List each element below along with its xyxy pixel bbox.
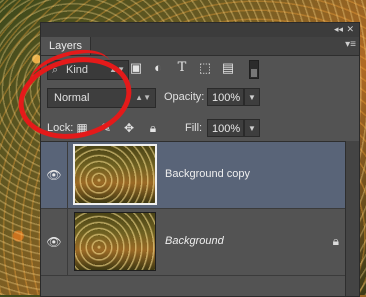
collapse-icon[interactable]: ◂◂ <box>334 24 343 35</box>
search-icon: ⌕ <box>52 64 59 76</box>
lock-position-icon[interactable]: ✥ <box>121 119 137 137</box>
chevron-down-icon[interactable]: ▼ <box>244 119 260 137</box>
lock-row: Lock: ▦ ✎ ✥ 🔒︎ Fill: 100% ▼ <box>41 117 359 141</box>
layer-name[interactable]: Background <box>165 235 224 247</box>
chevron-updown-icon: ▲▼ <box>109 65 125 74</box>
panel-titlebar: ◂◂ ✕ <box>41 23 359 37</box>
smart-object-filter-icon[interactable]: ▤ <box>219 59 237 77</box>
tab-layers[interactable]: Layers <box>41 37 92 55</box>
shape-filter-icon[interactable]: ⬚ <box>196 59 214 77</box>
layer-row[interactable]: 👁︎ Background 🔒︎ <box>41 209 359 276</box>
filter-kind-select[interactable]: ⌕ Kind ▲▼ <box>47 60 129 80</box>
filter-toggle-switch[interactable] <box>249 60 259 79</box>
panel-menu-icon[interactable]: ▾≡ <box>345 39 356 50</box>
image-filter-icon[interactable]: ▣ <box>127 59 145 77</box>
filter-row: ⌕ Kind ▲▼ ▣ ◐ T ⬚ ▤ <box>41 57 359 81</box>
blend-mode-value: Normal <box>54 92 90 104</box>
layers-panel: ◂◂ ✕ Layers ▾≡ ⌕ Kind ▲▼ ▣ ◐ T ⬚ ▤ Norma… <box>40 22 360 297</box>
layers-scrollbar[interactable] <box>345 141 359 296</box>
adjustment-filter-icon[interactable]: ◐ <box>149 59 167 77</box>
lock-all-icon[interactable]: 🔒︎ <box>145 119 161 137</box>
layer-name[interactable]: Background copy <box>165 168 250 180</box>
type-filter-icon[interactable]: T <box>173 59 191 77</box>
lock-icon: 🔒︎ <box>332 234 339 248</box>
layer-thumbnail[interactable] <box>74 212 156 271</box>
layers-list: 👁︎ Background copy 👁︎ Background 🔒︎ <box>41 141 359 296</box>
blend-row: Normal ▲▼ Opacity: 100% ▼ <box>41 86 359 110</box>
visibility-eye-icon[interactable]: 👁︎ <box>41 142 68 208</box>
layer-row[interactable]: 👁︎ Background copy <box>41 142 359 209</box>
lock-image-pixels-icon[interactable]: ✎ <box>98 119 114 137</box>
filter-kind-label: Kind <box>66 64 89 76</box>
layer-thumbnail[interactable] <box>73 144 157 205</box>
visibility-eye-icon[interactable]: 👁︎ <box>41 209 68 275</box>
chevron-down-icon[interactable]: ▼ <box>244 88 260 106</box>
opacity-input[interactable]: 100% <box>207 88 244 106</box>
fill-input[interactable]: 100% <box>207 119 244 137</box>
close-icon[interactable]: ✕ <box>346 24 354 35</box>
lock-label: Lock: <box>47 122 74 134</box>
lock-transparent-pixels-icon[interactable]: ▦ <box>74 119 90 137</box>
opacity-label: Opacity: <box>164 91 205 103</box>
chevron-updown-icon: ▲▼ <box>135 93 151 102</box>
fill-label: Fill: <box>185 122 203 134</box>
blend-mode-select[interactable]: Normal ▲▼ <box>47 88 156 108</box>
panel-tabbar: Layers ▾≡ <box>41 37 359 56</box>
